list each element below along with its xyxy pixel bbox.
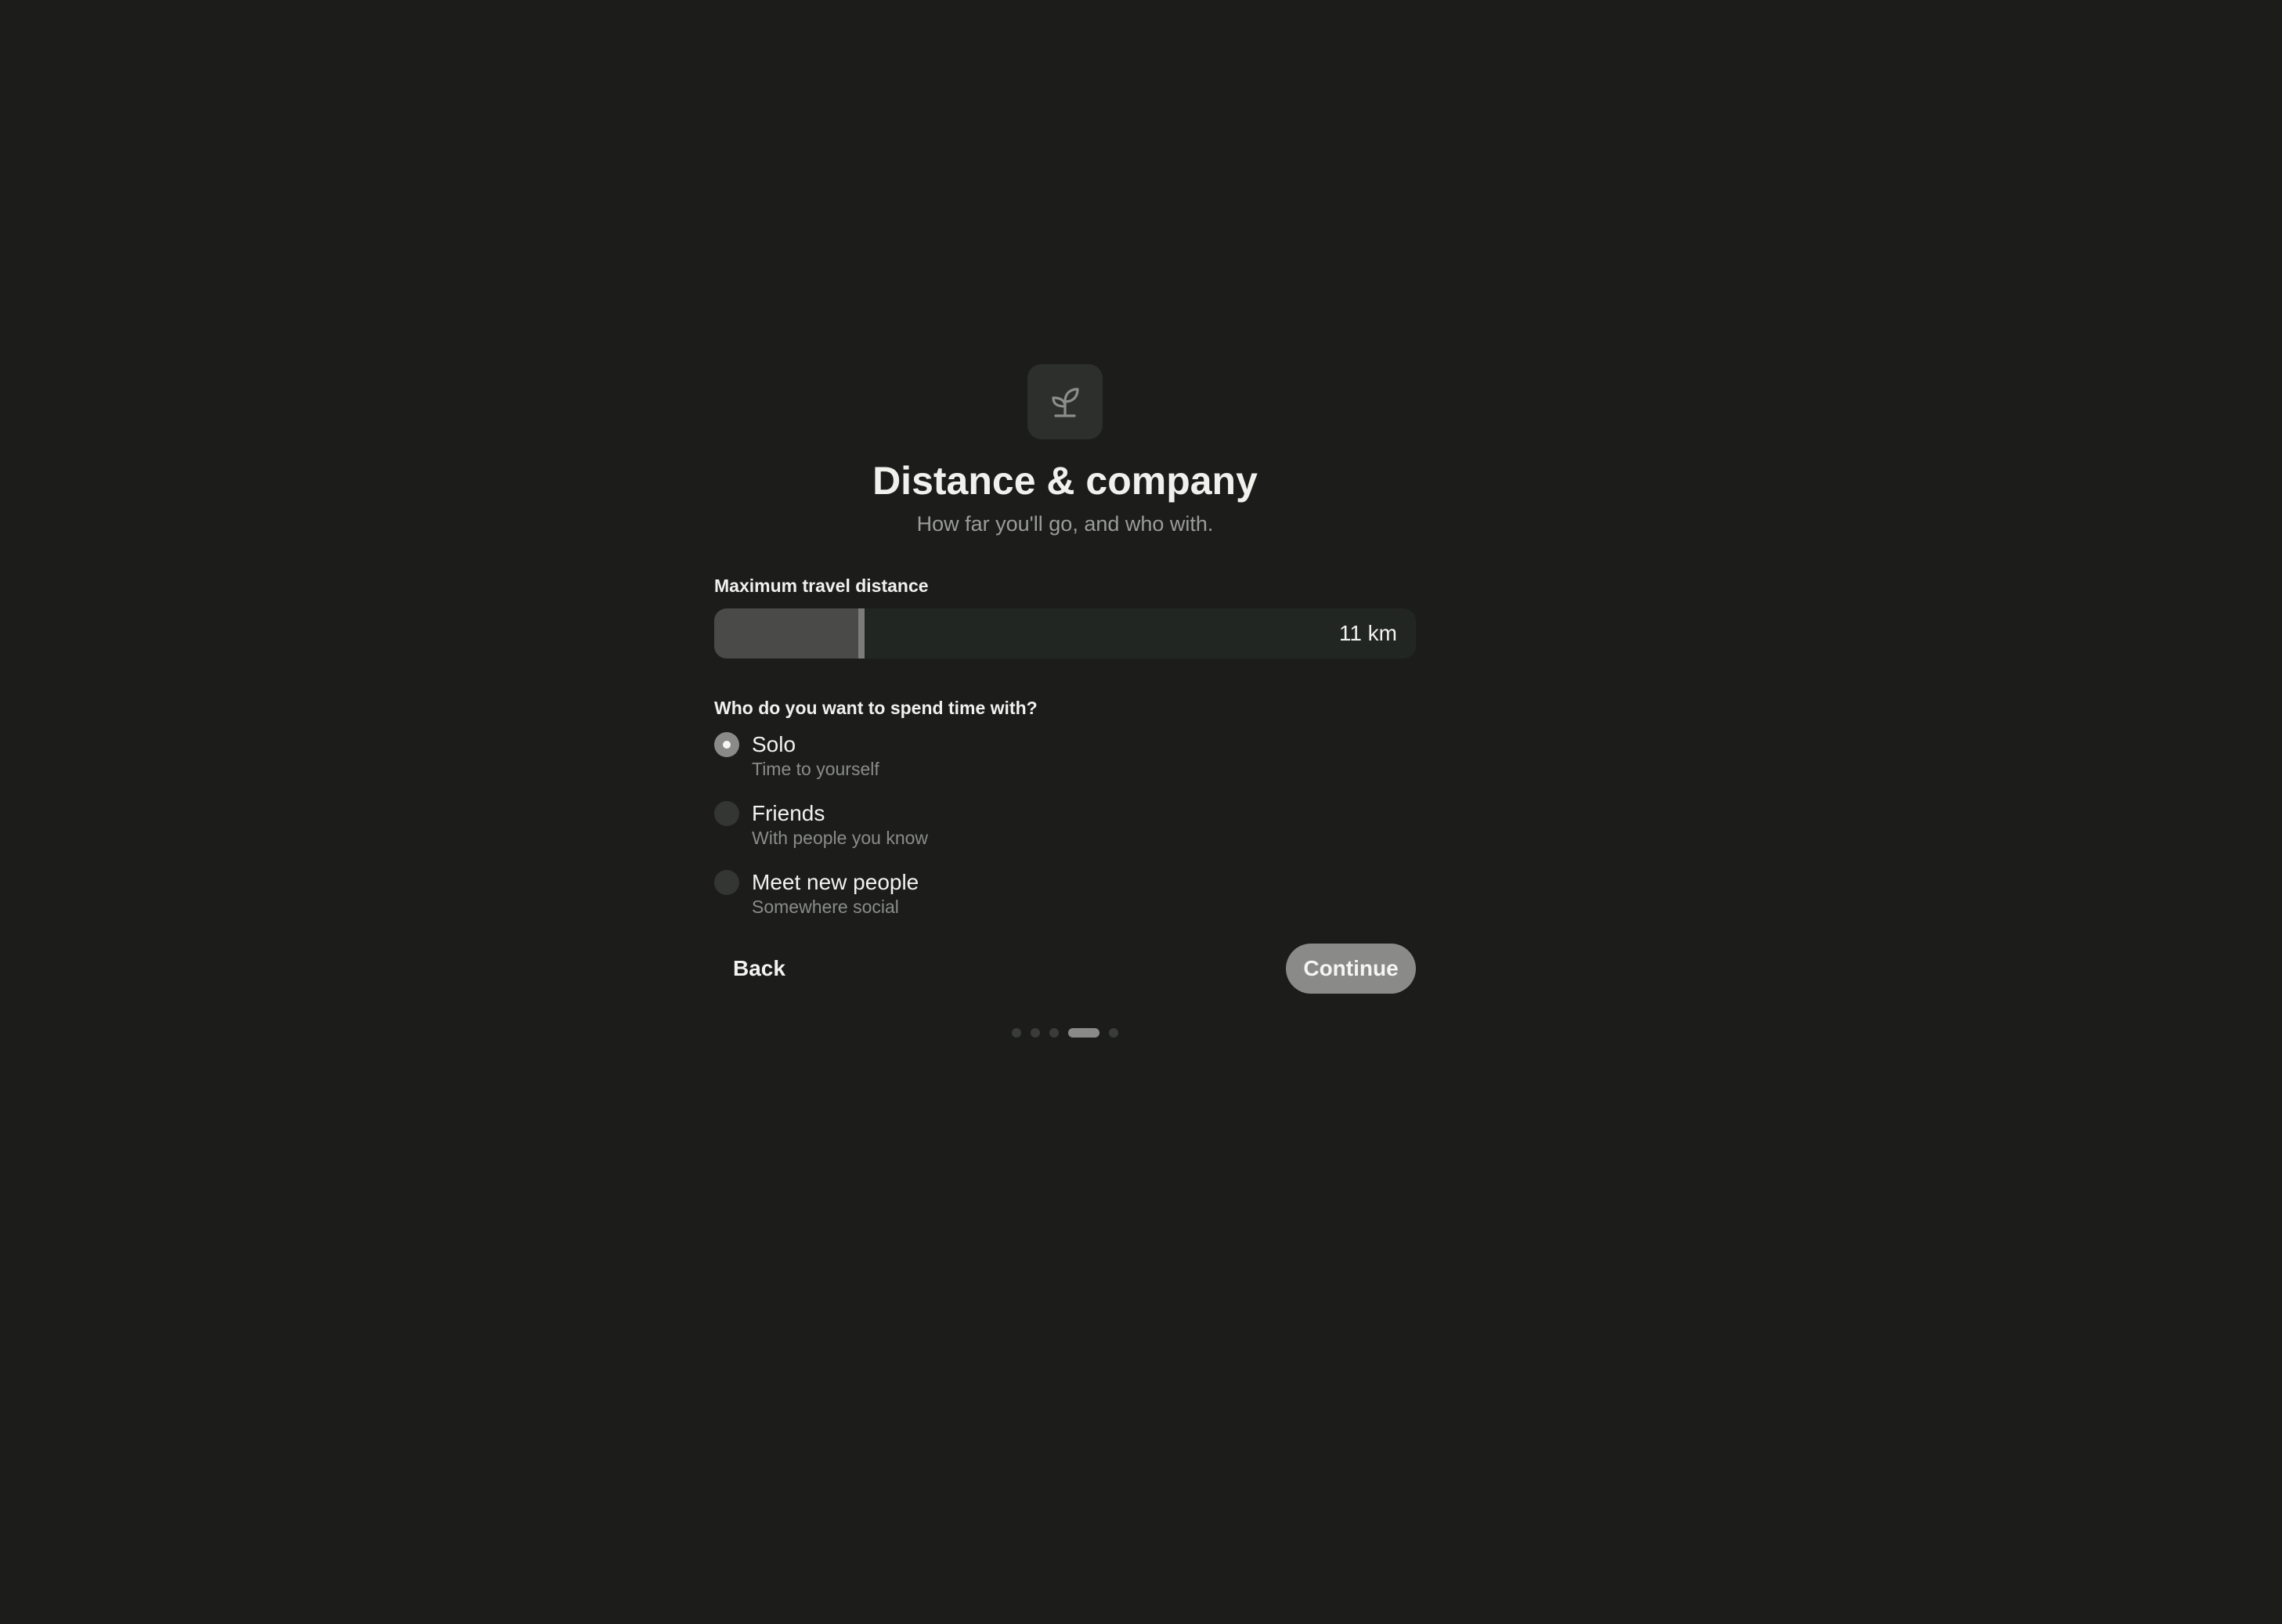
continue-button[interactable]: Continue (1286, 944, 1416, 994)
radio-button[interactable] (714, 732, 739, 757)
pager-dot-active (1068, 1028, 1099, 1038)
page-subtitle: How far you'll go, and who with. (916, 512, 1214, 536)
distance-slider-fill (714, 608, 862, 659)
action-bar: Back Continue (714, 944, 1416, 994)
radio-selected-dot (723, 741, 731, 749)
option-subtitle: With people you know (752, 828, 929, 848)
option-title: Meet new people (752, 870, 919, 894)
company-options: Solo Time to yourself Friends With peopl… (714, 731, 1416, 937)
pager-dot (1031, 1028, 1040, 1038)
distance-label: Maximum travel distance (714, 576, 929, 596)
option-friends[interactable]: Friends With people you know (714, 799, 1416, 868)
pager-dot (1012, 1028, 1021, 1038)
step-indicator (714, 1028, 1416, 1038)
pager-dot (1049, 1028, 1059, 1038)
radio-button[interactable] (714, 801, 739, 826)
option-subtitle: Somewhere social (752, 897, 899, 917)
distance-slider[interactable]: 11 km (714, 608, 1416, 659)
seedling-icon (1027, 364, 1103, 439)
option-title: Solo (752, 732, 796, 756)
option-solo[interactable]: Solo Time to yourself (714, 731, 1416, 799)
pager-dot (1109, 1028, 1118, 1038)
distance-value: 11 km (1338, 621, 1397, 645)
onboarding-panel: Distance & company How far you'll go, an… (714, 364, 1416, 1038)
back-button[interactable]: Back (714, 944, 804, 994)
radio-button[interactable] (714, 870, 739, 895)
option-title: Friends (752, 801, 825, 825)
option-subtitle: Time to yourself (752, 759, 879, 779)
company-label: Who do you want to spend time with? (714, 698, 1038, 718)
distance-slider-handle[interactable] (858, 608, 865, 659)
option-meet-new-people[interactable]: Meet new people Somewhere social (714, 868, 1416, 937)
page-title: Distance & company (872, 459, 1258, 503)
